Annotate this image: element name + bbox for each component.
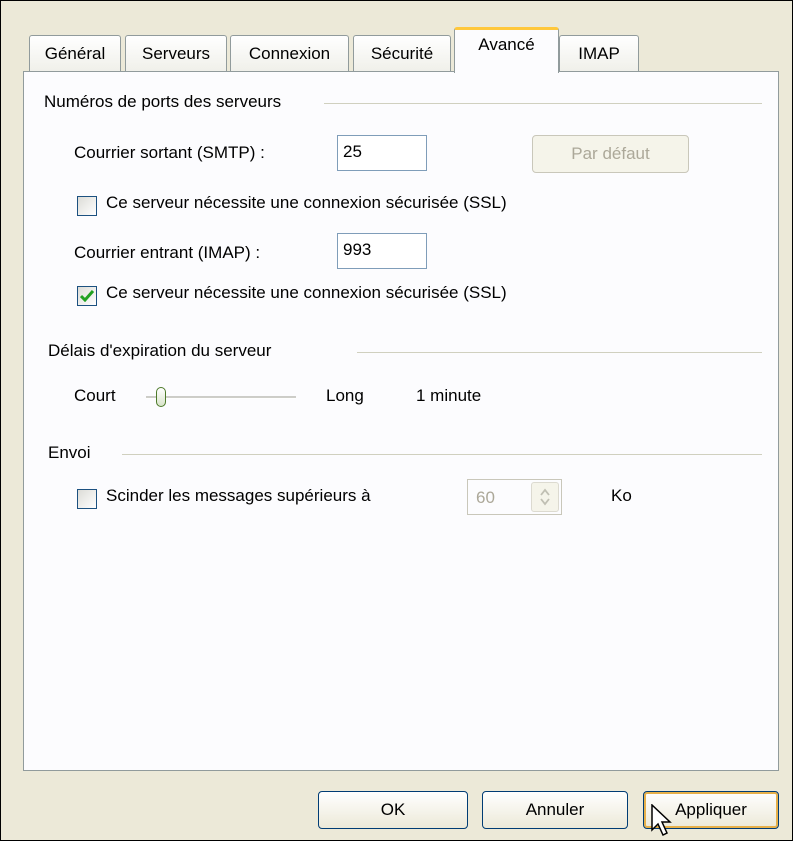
timeout-short-label: Court <box>74 386 116 405</box>
sending-group-line <box>122 454 762 455</box>
tab-securite-label: Sécurité <box>370 43 434 63</box>
checkmark-icon <box>80 290 94 302</box>
timeout-group-line <box>357 352 762 353</box>
tab-imap[interactable]: IMAP <box>559 35 639 71</box>
imap-ssl-checkbox[interactable] <box>77 286 97 306</box>
dialog-window: Général Serveurs Connexion Sécurité Avan… <box>0 0 793 841</box>
tab-avance[interactable]: Avancé <box>454 27 559 73</box>
spinner-arrows-icon <box>540 488 550 506</box>
smtp-label: Courrier sortant (SMTP) : <box>74 143 265 162</box>
tab-avance-label: Avancé <box>478 35 535 54</box>
tab-connexion-label: Connexion <box>248 43 331 63</box>
smtp-ssl-label: Ce serveur nécessite une connexion sécur… <box>106 193 507 212</box>
tab-panel: Numéros de ports des serveurs Courrier s… <box>23 71 779 771</box>
tab-serveurs-label: Serveurs <box>141 43 211 63</box>
smtp-port-input[interactable]: 25 <box>337 135 427 171</box>
timeout-group-title: Délais d'expiration du serveur <box>48 341 282 361</box>
default-button[interactable]: Par défaut <box>532 135 689 173</box>
cancel-button[interactable]: Annuler <box>482 791 628 829</box>
spinner-buttons[interactable] <box>531 482 559 512</box>
tab-general[interactable]: Général <box>29 35 121 71</box>
split-messages-checkbox[interactable] <box>77 489 97 509</box>
tab-securite[interactable]: Sécurité <box>353 35 451 71</box>
split-size-value: 60 <box>476 488 495 507</box>
ok-button[interactable]: OK <box>318 791 468 829</box>
timeout-long-label: Long <box>326 386 364 405</box>
imap-port-input[interactable]: 993 <box>337 233 427 269</box>
tab-serveurs[interactable]: Serveurs <box>125 35 227 71</box>
split-size-unit: Ko <box>611 486 632 505</box>
mouse-cursor-icon <box>651 804 672 837</box>
imap-ssl-label: Ce serveur nécessite une connexion sécur… <box>106 283 507 302</box>
split-size-spinner[interactable]: 60 <box>467 479 562 515</box>
ports-group-title: Numéros de ports des serveurs <box>44 92 292 112</box>
tab-connexion[interactable]: Connexion <box>230 35 349 71</box>
slider-track <box>146 396 296 399</box>
tab-general-label: Général <box>44 43 106 63</box>
timeout-value: 1 minute <box>416 386 482 405</box>
smtp-ssl-checkbox[interactable] <box>77 196 97 216</box>
split-messages-label: Scinder les messages supérieurs à <box>106 486 371 505</box>
tab-imap-label: IMAP <box>578 43 620 63</box>
ports-group-line <box>324 103 762 104</box>
sending-group-title: Envoi <box>48 443 101 463</box>
timeout-slider[interactable] <box>144 387 298 407</box>
slider-thumb[interactable] <box>156 387 166 407</box>
imap-label: Courrier entrant (IMAP) : <box>74 243 261 262</box>
